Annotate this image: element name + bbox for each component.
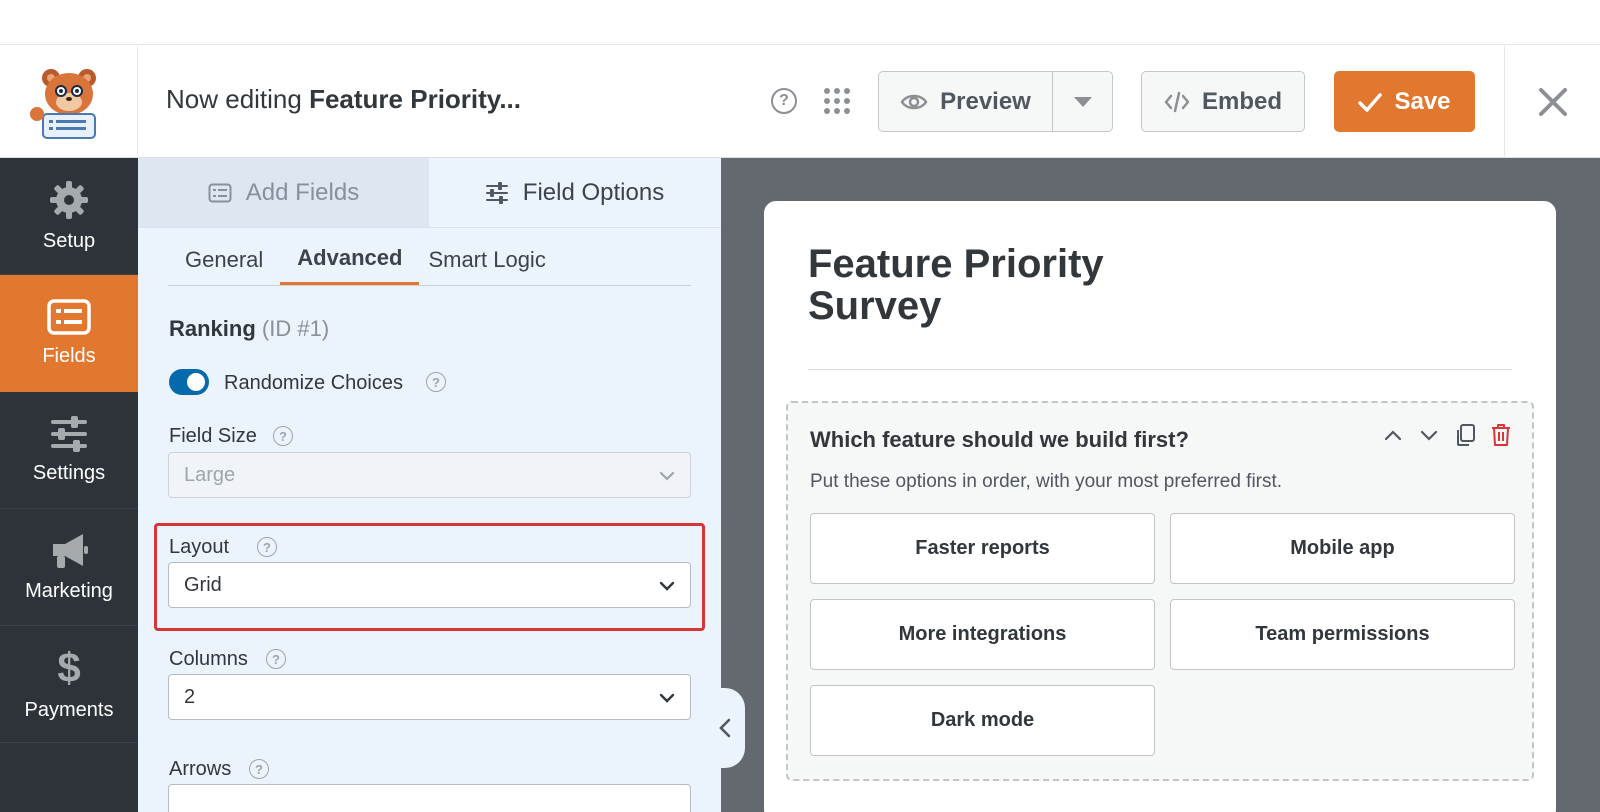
ranking-option[interactable]: More integrations <box>810 599 1155 670</box>
chevron-down-icon <box>659 693 675 703</box>
sliders-icon <box>51 415 87 452</box>
field-options-subtabs: General Advanced Smart Logic <box>168 234 691 286</box>
subtab-smart-logic[interactable]: Smart Logic <box>419 234 562 285</box>
megaphone-icon <box>53 533 88 568</box>
preview-button[interactable]: Preview <box>879 72 1053 131</box>
sidebar-item-settings[interactable]: Settings <box>0 392 138 509</box>
checkmark-icon <box>1358 92 1383 112</box>
sidebar-item-label: Settings <box>32 461 106 484</box>
chevron-down-icon[interactable] <box>1418 424 1440 446</box>
preview-dropdown-toggle[interactable] <box>1053 72 1112 131</box>
field-size-value: Large <box>184 463 236 486</box>
duplicate-icon[interactable] <box>1454 423 1476 447</box>
columns-label: Columns <box>169 648 248 670</box>
field-size-label: Field Size <box>169 425 257 447</box>
arrows-label: Arrows <box>169 758 232 780</box>
tab-label: Field Options <box>522 178 665 206</box>
chevron-up-icon[interactable] <box>1382 424 1404 446</box>
preview-button-group: Preview <box>878 71 1113 132</box>
chevron-left-icon <box>719 718 731 738</box>
editing-title: Now editing Feature Priority... <box>166 84 521 115</box>
tab-add-fields[interactable]: Add Fields <box>138 158 429 227</box>
save-label: Save <box>1394 87 1451 115</box>
sidebar-item-fields[interactable]: Fields <box>0 275 138 392</box>
sidebar-item-label: Setup <box>42 229 96 252</box>
embed-button[interactable]: Embed <box>1141 71 1305 132</box>
ranking-option[interactable]: Dark mode <box>810 685 1155 756</box>
dollar-icon: $ <box>57 643 81 691</box>
close-icon <box>1538 88 1567 116</box>
layout-highlight-box <box>154 523 705 631</box>
field-heading: Ranking (ID #1) <box>169 316 329 342</box>
list-icon <box>47 298 91 335</box>
field-actions <box>1382 423 1512 447</box>
field-size-select[interactable]: Large <box>168 452 691 498</box>
builder-sidebar: Setup Fields Settings Marketing $ Paymen… <box>0 158 138 812</box>
form-title: Feature Priority Survey <box>808 242 1104 328</box>
subtab-general[interactable]: General <box>168 234 280 285</box>
trash-icon[interactable] <box>1490 423 1512 447</box>
caret-down-icon <box>1073 96 1092 107</box>
subtab-advanced[interactable]: Advanced <box>280 234 420 285</box>
sidebar-item-label: Fields <box>42 344 96 367</box>
builder-header: Now editing Feature Priority... ? Previe… <box>0 46 1600 158</box>
help-icon[interactable]: ? <box>426 372 446 392</box>
tab-field-options[interactable]: Field Options <box>429 158 720 227</box>
help-icon[interactable]: ? <box>771 88 797 114</box>
randomize-choices-label: Randomize Choices <box>224 372 403 394</box>
preview-label: Preview <box>940 87 1031 115</box>
sidebar-item-label: Payments <box>24 698 114 721</box>
form-preview-card: Feature Priority Survey Which feature sh… <box>764 201 1556 812</box>
field-name: Ranking <box>169 316 256 341</box>
sidebar-item-marketing[interactable]: Marketing <box>0 509 138 626</box>
help-icon[interactable]: ? <box>266 649 286 669</box>
gear-icon <box>50 180 88 219</box>
chevron-down-icon <box>659 471 675 481</box>
embed-label: Embed <box>1201 87 1282 115</box>
code-icon <box>1164 91 1190 112</box>
ranking-option[interactable]: Faster reports <box>810 513 1155 584</box>
form-name: Feature Priority... <box>309 84 522 114</box>
sidebar-item-payments[interactable]: $ Payments <box>0 626 138 743</box>
columns-select[interactable]: 2 <box>168 674 691 720</box>
close-builder-button[interactable] <box>1504 46 1600 158</box>
sidebar-item-label: Marketing <box>25 579 113 602</box>
randomize-choices-toggle[interactable] <box>169 369 209 395</box>
ranking-field-preview[interactable]: Which feature should we build first? Put… <box>786 401 1534 781</box>
save-button[interactable]: Save <box>1334 71 1475 132</box>
columns-value: 2 <box>184 685 196 708</box>
list-icon <box>208 183 232 202</box>
question-description: Put these options in order, with your mo… <box>810 471 1283 492</box>
ranking-option[interactable]: Mobile app <box>1170 513 1515 584</box>
sidebar-item-setup[interactable]: Setup <box>0 158 138 275</box>
arrows-select[interactable] <box>168 784 691 812</box>
field-id: (ID #1) <box>261 316 330 341</box>
bear-mascot-icon <box>29 69 96 139</box>
question-label: Which feature should we build first? <box>810 427 1189 452</box>
field-options-panel: Add Fields Field Options General Advance… <box>138 158 721 812</box>
eye-icon <box>900 94 928 109</box>
ranking-option[interactable]: Team permissions <box>1170 599 1515 670</box>
wpforms-logo <box>0 46 138 158</box>
collapse-panel-toggle[interactable] <box>705 688 745 768</box>
help-icon[interactable]: ? <box>249 759 269 779</box>
sliders-icon <box>485 181 508 204</box>
help-icon[interactable]: ? <box>273 426 293 446</box>
tab-label: Add Fields <box>245 178 360 206</box>
panel-tabs: Add Fields Field Options <box>138 158 721 228</box>
top-strip <box>0 0 1600 45</box>
editing-prefix: Now editing <box>166 84 302 114</box>
dots-grid-icon[interactable] <box>824 88 850 114</box>
divider <box>808 369 1512 370</box>
